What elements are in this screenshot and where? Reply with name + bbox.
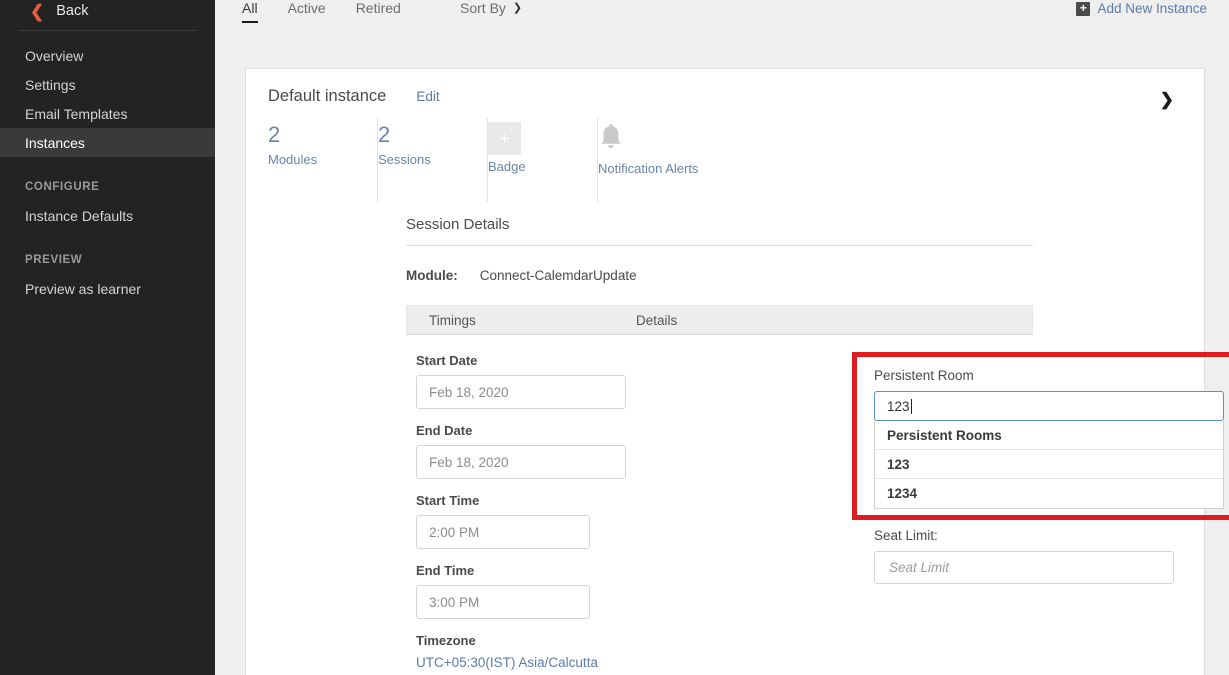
dropdown-option-123[interactable]: 123 [875,450,1223,479]
instance-card-header: Default instance Edit [246,69,1204,106]
stat-value: 2 [268,122,281,147]
stat-badge[interactable]: + Badge [488,118,598,202]
tab-label: All [242,0,258,16]
sidebar-nav: Overview Settings Email Templates Instan… [0,41,215,157]
start-date-label: Start Date [416,353,478,368]
sidebar-item-label: Email Templates [25,105,128,122]
column-header-timings: Timings [429,312,476,328]
instance-title: Default instance [268,87,387,105]
start-time-value: 2:00 PM [429,524,480,540]
sidebar-item-label: Instances [25,134,85,151]
stat-label: Sessions [378,152,431,167]
sidebar-section-configure: CONFIGURE [25,181,100,193]
chevron-down-icon[interactable]: ❯ [1160,91,1174,108]
main-content: All Active Retired Sort By ❯ + Add New I… [215,0,1229,675]
chevron-down-icon: ❯ [512,2,523,14]
module-value: Connect-CalemdarUpdate [479,268,637,283]
start-time-label: Start Time [416,493,480,508]
sort-by-dropdown[interactable]: Sort By ❯ [460,0,522,16]
end-time-input[interactable]: 3:00 PM [416,585,590,619]
module-row: Module: Connect-CalemdarUpdate [406,268,1204,283]
timezone-value[interactable]: UTC+05:30(IST) Asia/Calcutta [416,655,635,670]
start-date-input[interactable]: Feb 18, 2020 [416,375,626,409]
sidebar-section-preview: PREVIEW [25,254,83,266]
session-details-title: Session Details [406,216,1033,246]
text-cursor-icon [910,398,912,414]
add-new-instance-label: Add New Instance [1097,1,1207,16]
sidebar-item-instances[interactable]: Instances [0,128,215,157]
persistent-room-dropdown: Persistent Rooms 123 1234 [874,421,1224,509]
persistent-room-value: 123 [887,398,910,414]
sidebar-item-instance-defaults[interactable]: Instance Defaults [0,201,215,230]
stat-label: Modules [268,152,318,167]
stat-value: 2 [378,122,391,147]
dropdown-heading: Persistent Rooms [875,421,1223,450]
end-time-value: 3:00 PM [429,594,480,610]
sidebar-item-overview[interactable]: Overview [0,41,215,70]
timings-column: Start Date Feb 18, 2020 End Date Feb 18,… [406,335,635,670]
sidebar-item-label: Preview as learner [25,280,141,297]
end-date-value: Feb 18, 2020 [429,454,509,470]
tab-label: Retired [355,0,401,16]
persistent-room-label: Persistent Room [874,368,974,383]
plus-square-icon: + [488,122,521,155]
instance-edit-link[interactable]: Edit [416,89,439,104]
end-time-label: End Time [416,563,475,578]
stat-modules[interactable]: 2 Modules [268,118,378,202]
stat-sessions[interactable]: 2 Sessions [378,118,488,202]
app-root: ❮ Back Overview Settings Email Templates… [0,0,1229,675]
module-label: Module: [406,268,458,283]
sidebar-item-label: Overview [25,47,84,64]
filter-tabs: All Active Retired [242,0,431,23]
tab-all[interactable]: All [242,0,274,23]
sidebar-item-label: Settings [25,76,76,93]
sidebar-item-label: Instance Defaults [25,207,134,224]
back-button[interactable]: ❮ Back [0,0,215,22]
timezone-label: Timezone [416,633,476,648]
tab-label: Active [287,0,326,16]
column-header-details: Details [636,312,678,328]
sidebar-item-settings[interactable]: Settings [0,70,215,99]
stat-label: Notification Alerts [598,161,699,176]
tab-retired[interactable]: Retired [356,0,417,23]
persistent-room-input[interactable]: 123 [874,391,1224,421]
stat-notification-alerts[interactable]: Notification Alerts [598,118,748,202]
seat-limit-placeholder: Seat Limit [889,560,950,575]
instance-stats: 2 Modules 2 Sessions + Badge Notificatio… [246,118,1204,202]
seat-limit-input[interactable]: Seat Limit [874,551,1174,584]
end-date-input[interactable]: Feb 18, 2020 [416,445,626,479]
seat-limit-field: Seat Limit: Seat Limit [874,528,1174,584]
bell-icon [598,122,748,157]
filter-tabbar: All Active Retired Sort By ❯ + Add New I… [215,0,1229,26]
add-new-instance-button[interactable]: + Add New Instance [1076,1,1207,16]
sidebar: ❮ Back Overview Settings Email Templates… [0,0,215,675]
chevron-left-icon: ❮ [30,1,45,21]
tab-active[interactable]: Active [288,0,342,23]
sidebar-divider [18,30,197,31]
back-label: Back [56,3,89,19]
end-date-label: End Date [416,423,473,438]
seat-limit-label: Seat Limit: [874,528,938,543]
sort-by-label: Sort By [460,0,506,16]
dropdown-option-1234[interactable]: 1234 [875,479,1223,508]
stat-label: Badge [488,159,526,174]
session-table-header: Timings Details [406,305,1033,335]
persistent-room-field: Persistent Room 123 Persistent Rooms 123… [874,368,1224,509]
plus-icon: + [1076,1,1091,16]
sidebar-item-preview-as-learner[interactable]: Preview as learner [0,274,215,303]
sidebar-item-email-templates[interactable]: Email Templates [0,99,215,128]
start-time-input[interactable]: 2:00 PM [416,515,590,549]
start-date-value: Feb 18, 2020 [429,384,509,400]
